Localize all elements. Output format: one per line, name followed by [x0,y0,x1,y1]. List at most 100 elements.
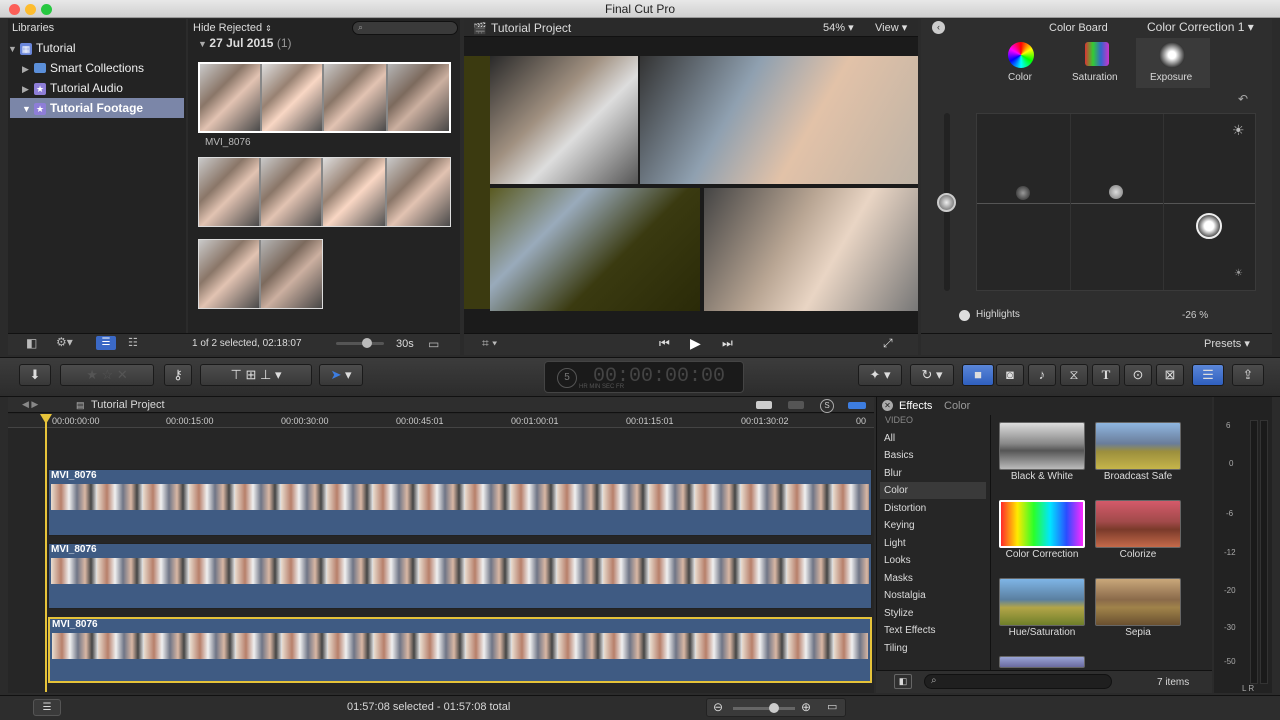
next-frame-icon[interactable]: ⏭ [722,336,733,351]
midtones-puck[interactable] [1109,185,1123,199]
saturation-icon[interactable] [1085,42,1109,66]
edit-buttons[interactable]: ⊤ ⊞ ⊥ ▾ [200,364,312,386]
disclosure-right-icon[interactable]: ▶ [22,59,32,79]
fullscreen-icon[interactable]: ⤢ [883,336,893,351]
close-window-button[interactable] [9,4,20,15]
exposure-board[interactable] [976,113,1256,291]
effects-category-light[interactable]: Light [880,535,986,552]
exposure-icon[interactable] [1159,42,1185,68]
effect-thumb-hue-saturation[interactable] [999,578,1085,626]
enhancements-button[interactable]: ✦ ▾ [858,364,902,386]
highlights-value[interactable]: -26 % [1182,310,1208,321]
previous-frame-icon[interactable]: ⏮ [659,336,670,351]
effects-category-looks[interactable]: Looks [880,552,986,569]
viewer-zoom[interactable]: 54% ▾ [823,19,854,37]
color-wheel-icon[interactable] [1008,42,1034,68]
view-menu[interactable]: View ▾ [875,19,907,37]
effect-thumb-color-correction[interactable] [999,500,1085,548]
disclosure-down-icon[interactable]: ▼ [8,39,18,59]
share-button[interactable]: ⇪ [1232,364,1264,386]
snapping-icon[interactable] [848,402,866,409]
presets-menu[interactable]: Presets ▾ [1204,337,1250,350]
rating-buttons[interactable]: ★ ☆ ✕ [60,364,154,386]
library-item-tutorial-audio[interactable]: ▶ ★ Tutorial Audio [22,78,184,98]
clip-zoom-slider[interactable] [336,338,384,348]
effect-thumb-colorize[interactable] [1095,500,1181,548]
tab-color[interactable]: Color [1008,72,1032,83]
color-correction-menu[interactable]: Color Correction 1 ▾ [1147,18,1254,36]
filter-menu[interactable]: Hide Rejected ⇕ [193,19,272,37]
timeline-index-icon[interactable]: ☰ [33,699,61,716]
inspector-button[interactable]: ☰ [1192,364,1224,386]
effects-category-keying[interactable]: Keying [880,517,986,534]
tab-saturation[interactable]: Saturation [1072,72,1118,83]
close-icon[interactable]: ✕ [882,400,893,411]
zoom-out-icon[interactable]: ⊖ [713,700,723,714]
effects-category-blur[interactable]: Blur [880,465,986,482]
library-item-tutorial[interactable]: ▼ ▦ Tutorial [8,38,184,58]
play-icon[interactable]: ▶ [690,335,701,352]
music-browser-button[interactable]: ♪ [1028,364,1056,386]
solo-icon[interactable]: S [820,399,834,413]
library-item-tutorial-footage[interactable]: ▼ ★ Tutorial Footage [10,98,184,118]
browser-search-field[interactable]: ⌕ [352,21,458,35]
photos-browser-button[interactable]: ◙ [996,364,1024,386]
back-icon[interactable]: ‹ [932,21,945,34]
titles-browser-button[interactable]: T [1092,364,1120,386]
clip-appearance-icon[interactable]: ▭ [827,700,837,713]
zoom-in-icon[interactable]: ⊕ [801,700,811,714]
filmstrip-view-icon[interactable]: ☰ [96,336,116,350]
timeline-clip[interactable]: MVI_8076 [48,469,872,536]
clip-skimming-icon[interactable] [756,401,772,409]
list-view-icon[interactable]: ☷ [128,336,138,349]
effects-category-tiling[interactable]: Tiling [880,640,986,657]
timeline-clip-selected[interactable]: MVI_8076 [48,617,872,683]
effects-category-stylize[interactable]: Stylize [880,605,986,622]
generators-browser-button[interactable]: ⊙ [1124,364,1152,386]
effects-category-text-effects[interactable]: Text Effects [880,622,986,639]
effects-category-masks[interactable]: Masks [880,570,986,587]
effects-search-field[interactable]: ⌕ [924,674,1112,689]
tab-exposure[interactable]: Exposure [1150,72,1192,83]
history-back-icon[interactable]: ◀ ▶ [22,399,38,410]
effect-thumb-sepia[interactable] [1095,578,1181,626]
clip-filmstrip-2[interactable] [198,157,451,227]
sidebar-toggle-icon[interactable]: ◧ [26,336,37,350]
effect-thumb-broadcast-safe[interactable] [1095,422,1181,470]
transform-icon[interactable]: ⌗ ▾ [482,336,497,351]
tab-color-filter[interactable]: Color [944,400,970,412]
playhead[interactable] [45,414,47,692]
keyword-button[interactable]: ⚷ [164,364,192,386]
clip-appearance-icon[interactable]: ▭ [428,337,439,351]
timeline-clip[interactable]: MVI_8076 [48,543,872,609]
dashboard-timecode[interactable]: 5 00:00:00:00 HR MIN SEC FR [544,361,744,393]
select-tool-button[interactable]: ➤ ▾ [319,364,363,386]
effects-category-basics[interactable]: Basics [880,447,986,464]
global-puck[interactable] [937,193,956,212]
gear-icon[interactable]: ⚙▾ [56,335,73,349]
effects-category-color[interactable]: Color [880,482,986,499]
clip-filmstrip-1[interactable] [198,62,451,133]
retime-button[interactable]: ↻ ▾ [910,364,954,386]
effects-category-all[interactable]: All [880,430,986,447]
highlights-puck[interactable] [1196,213,1222,239]
disclosure-right-icon[interactable]: ▶ [22,79,32,99]
transitions-browser-button[interactable]: ⧖ [1060,364,1088,386]
timeline-zoom-control[interactable]: ⊖ ⊕ ▭ [706,698,846,717]
disclosure-down-icon[interactable]: ▼ [22,99,32,119]
effects-category-nostalgia[interactable]: Nostalgia [880,587,986,604]
minimize-window-button[interactable] [25,4,36,15]
zoom-slider[interactable] [733,703,795,713]
effect-thumb-partial[interactable] [999,656,1085,668]
effects-category-distortion[interactable]: Distortion [880,500,986,517]
zoom-window-button[interactable] [41,4,52,15]
shadows-puck[interactable] [1016,186,1030,200]
effect-thumb-black-white[interactable] [999,422,1085,470]
effects-browser-button[interactable]: ■ [962,364,994,386]
tab-effects[interactable]: Effects [899,400,932,412]
audio-skimming-icon[interactable] [788,401,804,409]
library-item-smart-collections[interactable]: ▶ Smart Collections [22,58,184,78]
sidebar-toggle-icon[interactable]: ◧ [894,674,912,689]
date-group-header[interactable]: ▼ 27 Jul 2015 (1) [198,36,292,50]
import-button[interactable]: ⬇ [19,364,51,386]
